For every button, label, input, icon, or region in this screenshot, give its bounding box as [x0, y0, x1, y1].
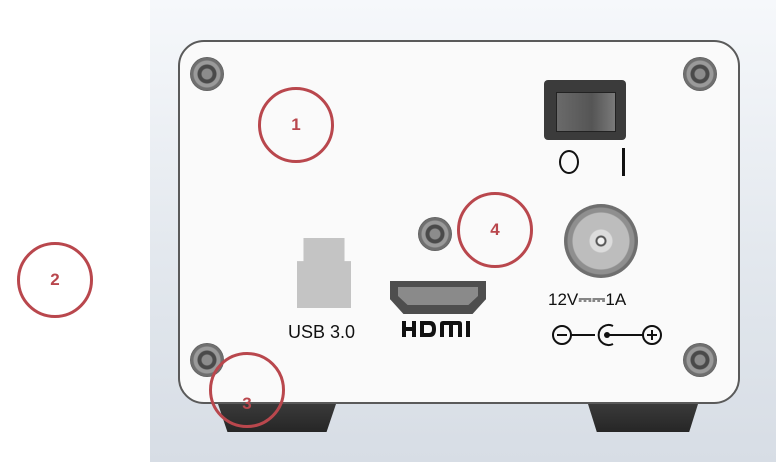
screw-bottom-right-icon — [683, 343, 717, 377]
callout-2-number: 2 — [50, 270, 60, 289]
callout-4: 4 — [457, 192, 533, 268]
screw-center-icon — [418, 217, 452, 251]
dc-power-jack[interactable] — [564, 204, 638, 278]
power-switch-rocker[interactable] — [556, 92, 616, 132]
switch-on-symbol-icon — [622, 148, 625, 176]
screw-top-right-icon — [683, 57, 717, 91]
callout-4-number: 4 — [490, 220, 500, 239]
hdmi-port-inner — [398, 287, 478, 305]
rubber-foot-right — [588, 404, 698, 432]
callout-2: 2 — [17, 242, 93, 318]
switch-off-symbol-icon — [559, 150, 579, 174]
hdmi-logo-icon — [402, 321, 470, 337]
power-rating-label: 12V⎓⎓1A — [548, 290, 627, 309]
screw-top-left-icon — [190, 57, 224, 91]
callout-3-number: 3 — [242, 394, 252, 413]
callout-3: 3 — [209, 352, 285, 428]
hdmi-label — [402, 320, 476, 344]
callout-1: 1 — [258, 87, 334, 163]
usb-label: USB 3.0 — [288, 322, 356, 342]
usb-port[interactable] — [297, 238, 351, 308]
callout-1-number: 1 — [291, 115, 301, 134]
center-positive-polarity-icon — [551, 320, 665, 355]
